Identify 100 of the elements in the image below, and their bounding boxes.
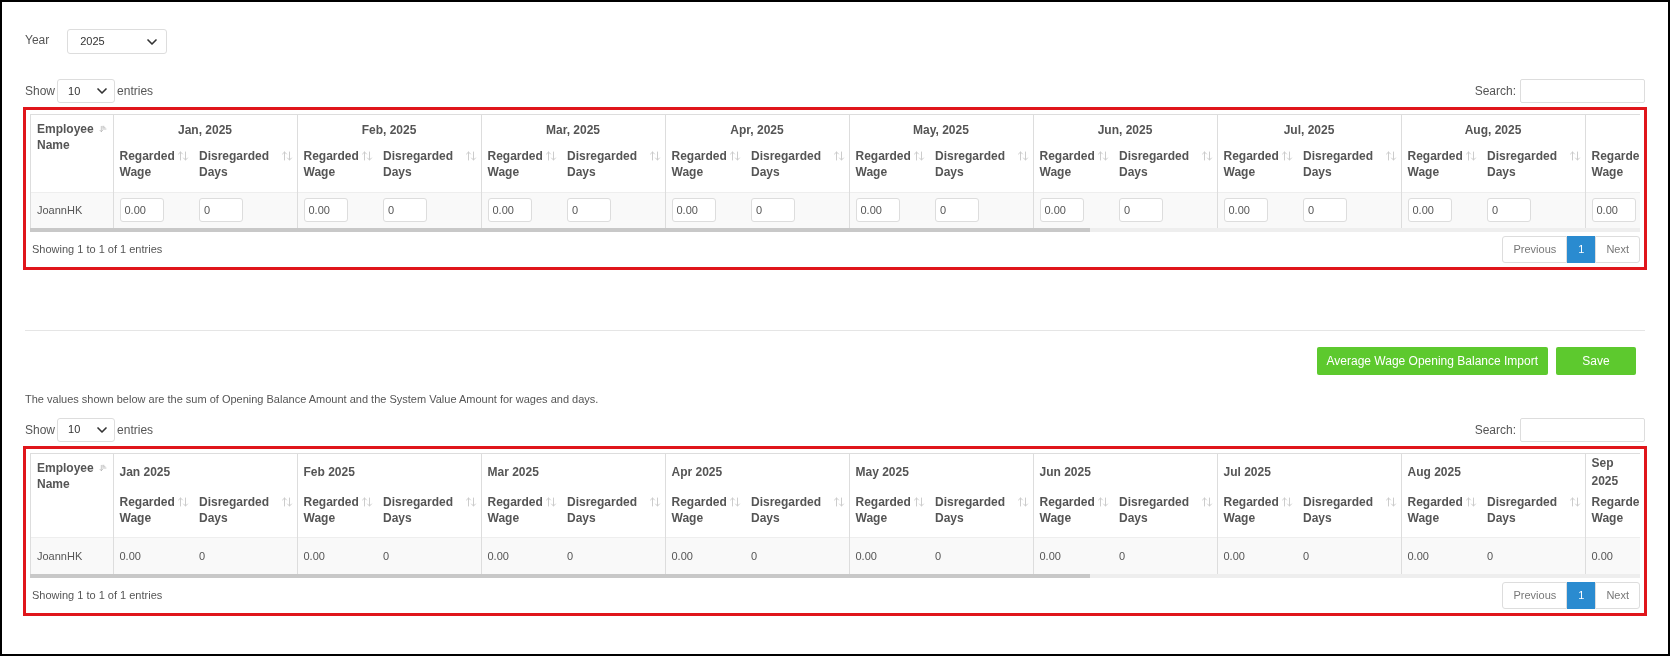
month-header: Mar, 2025	[545, 122, 600, 137]
table-cell: 0.00	[119, 549, 141, 562]
column-header[interactable]: Regarded Wage	[1033, 144, 1113, 192]
month-header: Jul, 2025	[1283, 122, 1335, 137]
value-input[interactable]: 0.00	[671, 198, 716, 223]
column-header[interactable]: Regarded Wage	[481, 144, 561, 192]
sort-icon	[1097, 495, 1109, 508]
value-input[interactable]: 0.00	[487, 198, 532, 223]
month-header: Aug 2025	[1407, 464, 1461, 479]
sort-icon	[361, 495, 373, 508]
pagination-button[interactable]: Next	[1595, 581, 1640, 609]
column-header[interactable]: Regarded Wage	[113, 144, 193, 192]
table-cell: 0	[935, 549, 942, 562]
sort-icon	[1281, 150, 1293, 162]
value-input[interactable]: 0.00	[1223, 198, 1268, 223]
sort-icon	[913, 150, 925, 162]
pagination-button[interactable]: Previous	[1502, 236, 1568, 263]
value-input[interactable]: 0	[751, 198, 795, 223]
month-header: Feb 2025	[303, 464, 355, 479]
sort-icon	[1200, 150, 1213, 162]
column-header[interactable]: Regarded Wage	[665, 144, 745, 192]
year-label: Year	[25, 32, 50, 49]
sort-icon	[1465, 495, 1477, 508]
sort-icon	[280, 495, 293, 508]
sort-icon	[729, 495, 741, 508]
value-input[interactable]: 0	[567, 198, 611, 223]
sort-icon	[832, 495, 845, 508]
month-header: Jun 2025	[1039, 464, 1091, 479]
column-header[interactable]: Regarded Wage	[1401, 489, 1481, 538]
column-header[interactable]: Regarded Wage	[1401, 144, 1481, 192]
entries-select[interactable]: 10	[57, 417, 116, 442]
column-header[interactable]: Regarded Wage	[1217, 144, 1297, 192]
table-cell: 0	[383, 549, 390, 562]
value-input[interactable]: 0.00	[1591, 198, 1636, 223]
month-header: Mar 2025	[487, 464, 539, 479]
column-header[interactable]: Regarded Wage	[849, 489, 929, 538]
month-header: Apr 2025	[671, 464, 723, 479]
column-header[interactable]: Regarded Wage	[849, 144, 929, 192]
sort-icon	[280, 150, 293, 162]
value-input[interactable]: 0	[1303, 198, 1347, 223]
search-field[interactable]	[1520, 79, 1645, 103]
column-header[interactable]: Regarded Wage	[297, 489, 377, 538]
pagination-button[interactable]: 1	[1567, 581, 1596, 609]
sort-icon	[1384, 150, 1397, 162]
month-header: Jul 2025	[1223, 464, 1271, 479]
value-input[interactable]: 0	[1487, 198, 1531, 223]
table-cell: 0	[567, 549, 574, 562]
pagination-button[interactable]: 1	[1567, 236, 1596, 263]
entries-label: entries	[117, 83, 154, 100]
sort-icon	[1200, 495, 1213, 508]
table-cell: 0.00	[671, 549, 693, 562]
table-cell: 0	[1487, 549, 1494, 562]
month-header: Jan, 2025	[177, 122, 232, 137]
value-input[interactable]: 0.00	[1039, 198, 1084, 223]
table-info: Showing 1 to 1 of 1 entries	[31, 587, 163, 603]
table-cell: 0	[1119, 549, 1126, 562]
column-header[interactable]: Regarded Wage	[665, 489, 745, 538]
year-select[interactable]: 2025	[67, 29, 168, 54]
value-input[interactable]: 0.00	[303, 198, 348, 223]
sort-icon	[1281, 495, 1293, 508]
pagination-button[interactable]: Previous	[1502, 581, 1568, 609]
sort-ascending-icon	[98, 123, 107, 135]
value-input[interactable]: 0	[935, 198, 979, 223]
table-cell: 0.00	[1591, 549, 1613, 562]
search-field[interactable]	[1520, 417, 1645, 442]
value-input[interactable]: 0.00	[855, 198, 900, 223]
show-label: Show	[25, 83, 56, 100]
table-cell: JoannHK	[31, 537, 113, 574]
sort-icon	[464, 150, 477, 162]
sort-icon	[648, 495, 661, 508]
sort-icon	[913, 495, 925, 508]
search-label: Search:	[1474, 421, 1516, 439]
month-header: Feb, 2025	[361, 122, 417, 137]
table-cell: 0.00	[855, 549, 877, 562]
table-cell: 0.00	[1039, 549, 1061, 562]
sort-icon	[464, 495, 477, 508]
table-cell: 0.00	[487, 549, 509, 562]
show-label: Show	[25, 421, 56, 439]
value-input[interactable]: 0	[199, 198, 243, 223]
entries-select[interactable]: 10	[57, 79, 116, 103]
pagination-button[interactable]: Next	[1595, 236, 1640, 263]
column-header[interactable]: Regarded Wage	[1217, 489, 1297, 538]
month-header: Jun, 2025	[1097, 122, 1153, 137]
month-header: May, 2025	[913, 122, 969, 137]
value-input[interactable]: 0.00	[119, 198, 164, 223]
value-input[interactable]: 0	[383, 198, 427, 223]
table-cell: 0	[1303, 549, 1310, 562]
note-text: The values shown below are the sum of Opening Balance Amount and the System Value Amount for wages and days.	[24, 392, 600, 407]
column-header[interactable]: Regarded Wage	[297, 144, 377, 192]
sort-icon	[177, 495, 189, 508]
sort-icon	[1016, 495, 1029, 508]
value-input[interactable]: 0.00	[1407, 198, 1452, 223]
table-cell: 0.00	[303, 549, 325, 562]
sort-icon	[545, 495, 557, 508]
sort-icon	[361, 150, 373, 162]
column-header[interactable]: Regarded Wage	[1033, 489, 1113, 538]
column-header[interactable]: Regarded Wage	[113, 489, 193, 538]
column-header[interactable]: Regarded Wage	[481, 489, 561, 538]
value-input[interactable]: 0	[1119, 198, 1163, 223]
table-cell: 0	[199, 549, 206, 562]
